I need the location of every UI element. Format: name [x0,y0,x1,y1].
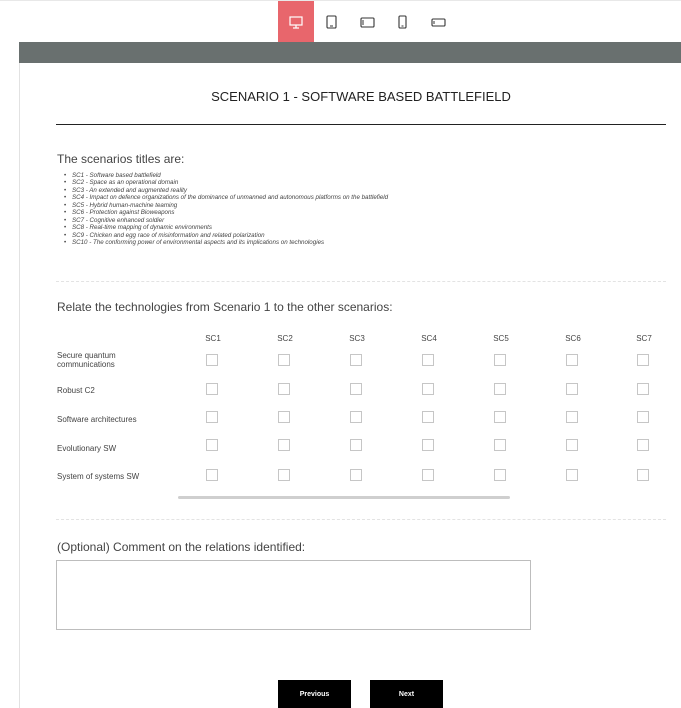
phone-landscape-view-button[interactable] [420,1,456,43]
relation-checkbox[interactable] [637,439,649,451]
relation-checkbox[interactable] [566,383,578,395]
phone-landscape-icon [430,17,446,27]
device-toolbar [0,0,681,43]
relation-checkbox[interactable] [422,469,434,481]
tablet-landscape-view-button[interactable] [349,1,385,43]
relation-checkbox[interactable] [494,383,506,395]
comment-heading: (Optional) Comment on the relations iden… [57,540,306,554]
row-label-software-architectures: Software architectures [57,415,137,424]
scenario-list-item: SC4 - Impact on defence organizations of… [64,194,388,201]
comment-textarea[interactable] [56,560,531,630]
relation-checkbox[interactable] [637,383,649,395]
column-header-sc7: SC7 [636,334,652,343]
relation-checkbox[interactable] [206,411,218,423]
relation-checkbox[interactable] [566,354,578,366]
tablet-portrait-icon [325,15,337,29]
relation-checkbox[interactable] [422,383,434,395]
relation-checkbox[interactable] [350,354,362,366]
relation-checkbox[interactable] [350,439,362,451]
relation-checkbox[interactable] [278,383,290,395]
relation-checkbox[interactable] [350,383,362,395]
relation-checkbox[interactable] [494,354,506,366]
previous-button[interactable]: Previous [278,680,351,708]
scenario-list-item: SC1 - Software based battlefield [64,172,388,179]
phone-portrait-icon [397,15,407,29]
column-header-sc4: SC4 [421,334,437,343]
scenario-list-item: SC7 - Cognitive enhanced soldier [64,217,388,224]
scenario-list-item: SC3 - An extended and augmented reality [64,187,388,194]
desktop-icon [289,15,303,29]
relation-checkbox[interactable] [422,411,434,423]
relation-checkbox[interactable] [206,354,218,366]
relation-checkbox[interactable] [422,354,434,366]
row-label-system-of-systems-sw: System of systems SW [57,472,140,481]
relation-checkbox[interactable] [278,354,290,366]
matrix-heading: Relate the technologies from Scenario 1 … [57,300,393,314]
scenario-list-item: SC9 - Chicken and egg race of misinforma… [64,232,388,239]
title-divider [56,124,666,125]
phone-portrait-view-button[interactable] [384,1,420,43]
tablet-landscape-icon [359,16,375,28]
relation-checkbox[interactable] [494,439,506,451]
relation-checkbox[interactable] [494,469,506,481]
relation-checkbox[interactable] [566,411,578,423]
column-header-sc3: SC3 [349,334,365,343]
column-header-sc6: SC6 [565,334,581,343]
relation-checkbox[interactable] [422,439,434,451]
section-divider [56,519,666,520]
row-label-evolutionary-sw: Evolutionary SW [57,444,117,453]
relation-checkbox[interactable] [637,354,649,366]
relation-checkbox[interactable] [206,383,218,395]
relation-checkbox[interactable] [278,411,290,423]
relation-checkbox[interactable] [206,439,218,451]
relation-checkbox[interactable] [494,411,506,423]
relation-checkbox[interactable] [350,411,362,423]
page-frame-border [19,0,20,708]
section-divider [56,281,666,282]
scenario-list: SC1 - Software based battlefield SC2 - S… [64,172,388,247]
scenarios-heading: The scenarios titles are: [57,152,185,166]
desktop-view-button[interactable] [278,1,314,43]
tablet-portrait-view-button[interactable] [313,1,349,43]
row-label-secure-quantum-communications: Secure quantum communications [57,351,116,369]
header-bar [19,42,681,63]
scenario-list-item: SC2 - Space as an operational domain [64,179,388,186]
horizontal-scrollbar[interactable] [178,496,510,499]
relation-checkbox[interactable] [206,469,218,481]
page-title: SCENARIO 1 - SOFTWARE BASED BATTLEFIELD [211,89,511,104]
column-header-sc1: SC1 [205,334,221,343]
relation-checkbox[interactable] [278,439,290,451]
relation-checkbox[interactable] [566,469,578,481]
relation-checkbox[interactable] [350,469,362,481]
relation-checkbox[interactable] [566,439,578,451]
column-header-sc5: SC5 [493,334,509,343]
row-label-robust-c2: Robust C2 [57,386,95,395]
scenario-list-item: SC6 - Protection against Bioweapons [64,209,388,216]
scenario-list-item: SC10 - The conforming power of environme… [64,239,388,246]
column-header-sc2: SC2 [277,334,293,343]
scenario-list-item: SC5 - Hybrid human-machine teaming [64,202,388,209]
relation-checkbox[interactable] [278,469,290,481]
next-button[interactable]: Next [370,680,443,708]
relation-checkbox[interactable] [637,411,649,423]
relation-checkbox[interactable] [637,469,649,481]
scenario-list-item: SC8 - Real-time mapping of dynamic envir… [64,224,388,231]
